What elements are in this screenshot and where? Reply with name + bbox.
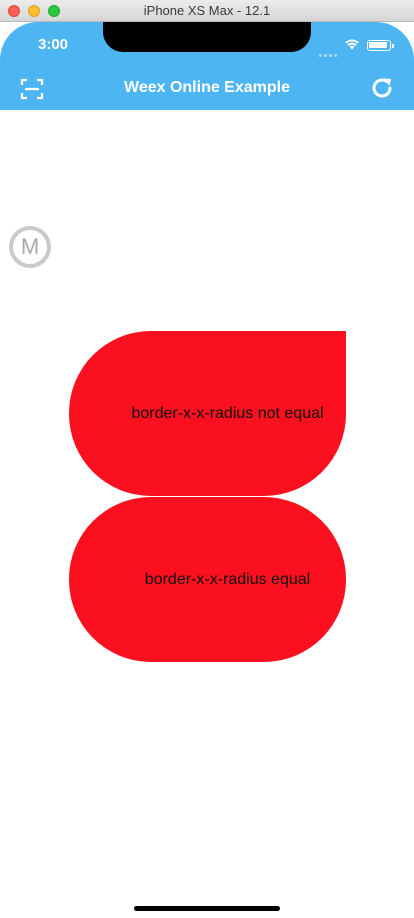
page-content: M border-x-x-radius not equal border-x-x… (0, 110, 414, 918)
navigation-bar: Weex Online Example (0, 66, 414, 110)
phone-screen: 3:00 Weex Online Example M border-x-x-ra… (0, 22, 414, 918)
unequal-radius-box: border-x-x-radius not equal (69, 331, 346, 496)
simulator-window: iPhone XS Max - 12.1 3:00 Weex Online Ex… (0, 0, 414, 918)
unequal-radius-label: border-x-x-radius not equal (131, 404, 324, 422)
wifi-icon (345, 39, 359, 50)
equal-radius-label: border-x-x-radius equal (144, 570, 311, 588)
home-indicator[interactable] (134, 906, 280, 911)
page-title: Weex Online Example (124, 79, 290, 96)
refresh-icon[interactable] (370, 76, 394, 100)
equal-radius-box: border-x-x-radius equal (69, 497, 346, 662)
status-time: 3:00 (38, 36, 69, 53)
window-title: iPhone XS Max - 12.1 (143, 3, 271, 18)
window-titlebar: iPhone XS Max - 12.1 (0, 0, 414, 22)
floating-m-button[interactable]: M (9, 226, 51, 268)
status-bar: 3:00 (0, 22, 414, 66)
signal-dots-icon (319, 44, 341, 57)
floating-m-label: M (13, 230, 47, 264)
device-notch (103, 22, 311, 52)
battery-icon (367, 40, 394, 51)
